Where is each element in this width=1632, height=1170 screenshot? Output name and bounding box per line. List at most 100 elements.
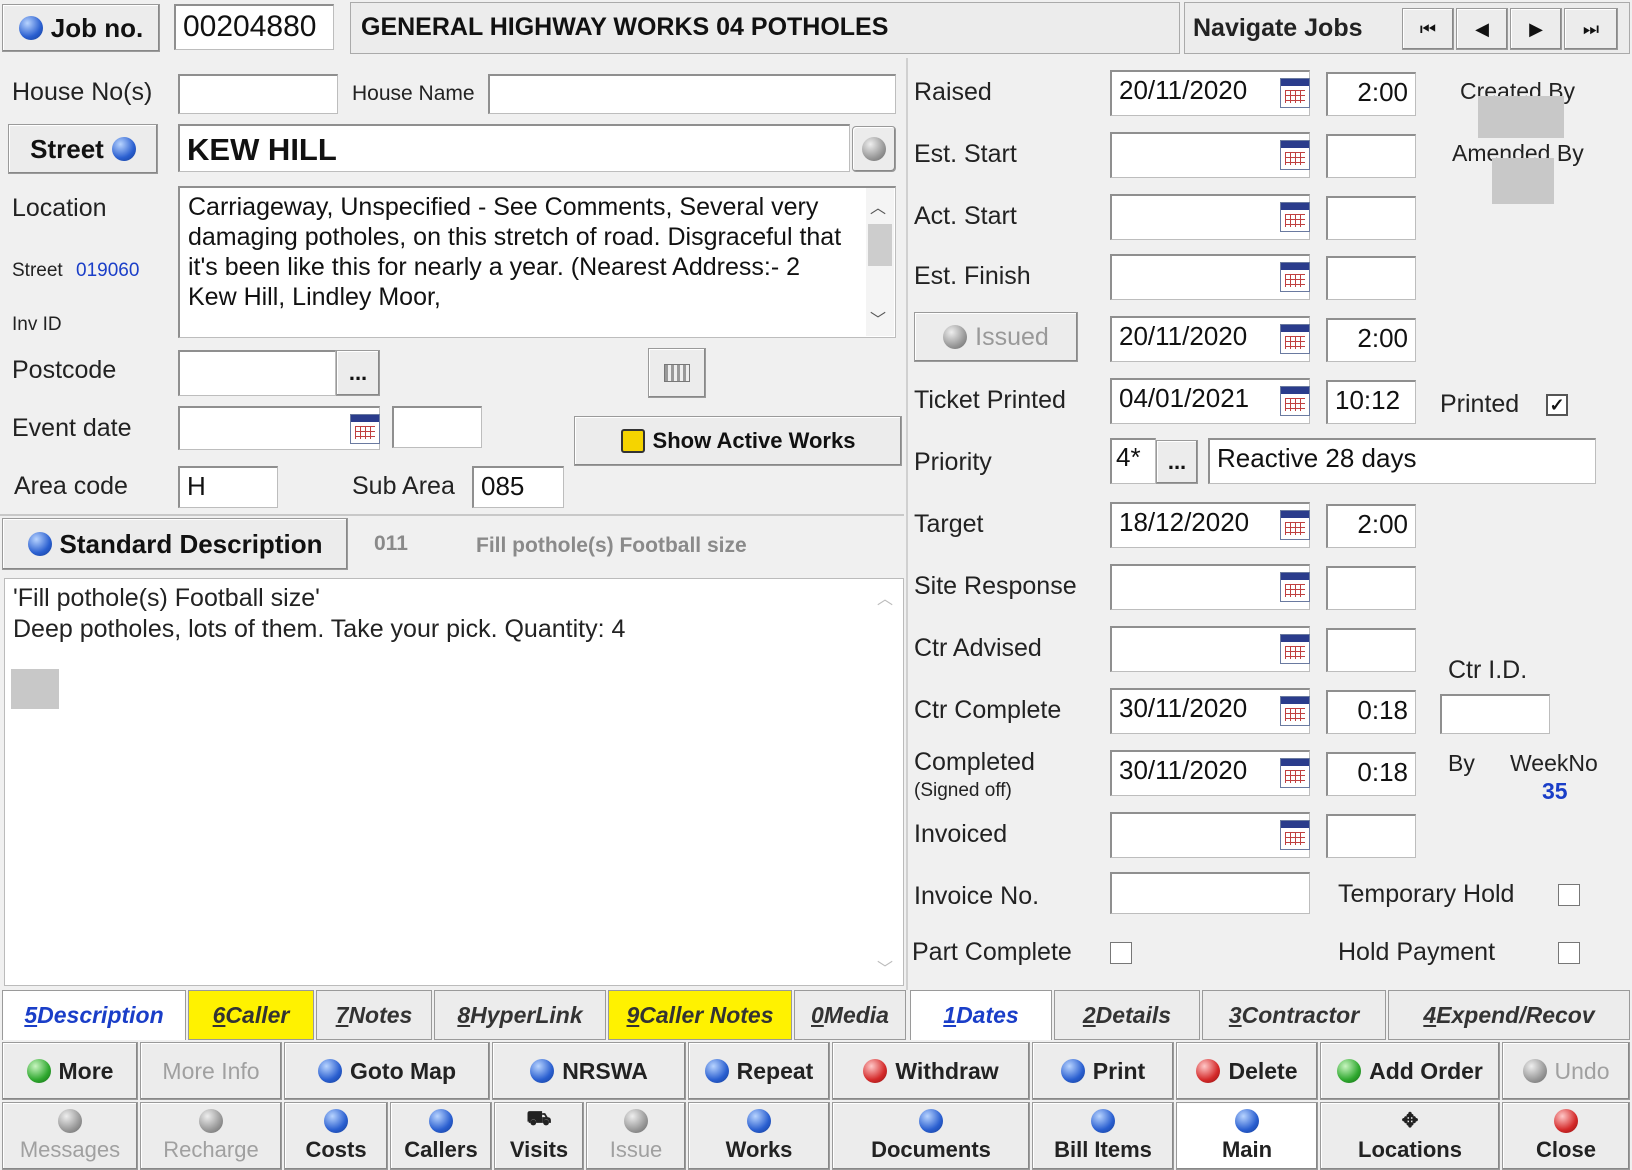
est-start-calendar-icon[interactable] xyxy=(1280,140,1310,170)
bill-items-button[interactable]: Bill Items xyxy=(1032,1102,1174,1170)
add-order-button[interactable]: Add Order xyxy=(1320,1042,1500,1100)
tab-dates[interactable]: 1 Dates xyxy=(910,990,1052,1040)
scroll-down-icon[interactable]: ﹀ xyxy=(877,955,893,979)
scroll-up-icon[interactable]: ︿ xyxy=(870,194,886,218)
tab-expend-recov[interactable]: 4 Expend/Recov xyxy=(1388,990,1630,1040)
issue-button[interactable]: Issue xyxy=(586,1102,686,1170)
panel-divider xyxy=(906,58,908,990)
sub-area-field[interactable]: 085 xyxy=(472,466,564,508)
event-time-field[interactable] xyxy=(392,406,482,448)
invoiced-calendar-icon[interactable] xyxy=(1280,820,1310,850)
locations-button[interactable]: ✥ Locations xyxy=(1320,1102,1500,1170)
ctr-advised-time-field[interactable] xyxy=(1326,628,1416,672)
ticket-printed-time-field[interactable]: 10:12 xyxy=(1326,380,1416,424)
target-time-field[interactable]: 2:00 xyxy=(1326,504,1416,548)
event-date-calendar-icon[interactable] xyxy=(350,414,380,444)
raised-time-field[interactable]: 2:00 xyxy=(1326,72,1416,116)
raised-calendar-icon[interactable] xyxy=(1280,78,1310,108)
postcode-field[interactable] xyxy=(178,350,336,396)
ctr-complete-calendar-icon[interactable] xyxy=(1280,696,1310,726)
recharge-button[interactable]: Recharge xyxy=(140,1102,282,1170)
tab-caller[interactable]: 6 Caller xyxy=(188,990,314,1040)
callers-button[interactable]: Callers xyxy=(390,1102,492,1170)
messages-button[interactable]: Messages xyxy=(2,1102,138,1170)
print-button[interactable]: Print xyxy=(1032,1042,1174,1100)
description-code-text: Fill pothole(s) Football size xyxy=(476,534,747,557)
ctr-complete-time-field[interactable]: 0:18 xyxy=(1326,690,1416,734)
ctr-id-field[interactable] xyxy=(1440,694,1550,734)
act-start-time-field[interactable] xyxy=(1326,196,1416,240)
ctr-advised-calendar-icon[interactable] xyxy=(1280,634,1310,664)
priority-code-field[interactable]: 4* xyxy=(1110,438,1156,484)
tab-caller-notes[interactable]: 9 Caller Notes xyxy=(608,990,792,1040)
job-no-button[interactable]: Job no. xyxy=(2,4,160,52)
delete-button[interactable]: Delete xyxy=(1176,1042,1318,1100)
site-response-calendar-icon[interactable] xyxy=(1280,572,1310,602)
temporary-hold-checkbox[interactable] xyxy=(1558,884,1580,906)
costs-button[interactable]: Costs xyxy=(284,1102,388,1170)
withdraw-button[interactable]: Withdraw xyxy=(832,1042,1030,1100)
completed-time-field[interactable]: 0:18 xyxy=(1326,752,1416,796)
nav-prev-button[interactable]: ◀ xyxy=(1456,8,1508,50)
close-button[interactable]: Close xyxy=(1502,1102,1630,1170)
nav-first-button[interactable]: ⏮ xyxy=(1402,8,1454,50)
priority-text-field[interactable]: Reactive 28 days xyxy=(1208,438,1596,484)
tab-contractor[interactable]: 3 Contractor xyxy=(1202,990,1386,1040)
issued-calendar-icon[interactable] xyxy=(1280,324,1310,354)
priority-lookup-button[interactable]: ... xyxy=(1156,440,1198,484)
printed-checkbox[interactable]: ✓ xyxy=(1546,394,1568,416)
sub-area-label: Sub Area xyxy=(352,472,455,500)
street-button[interactable]: Street xyxy=(8,124,158,174)
part-complete-checkbox[interactable] xyxy=(1110,942,1132,964)
scroll-up-icon[interactable]: ︿ xyxy=(877,585,893,609)
show-active-works-button[interactable]: Show Active Works xyxy=(574,416,902,466)
invoiced-time-field[interactable] xyxy=(1326,814,1416,858)
tab-notes[interactable]: 7 Notes xyxy=(316,990,432,1040)
description-textarea[interactable]: 'Fill pothole(s) Football size' Deep pot… xyxy=(4,578,904,986)
issued-time-field[interactable]: 2:00 xyxy=(1326,318,1416,362)
completed-calendar-icon[interactable] xyxy=(1280,758,1310,788)
main-button[interactable]: Main xyxy=(1176,1102,1318,1170)
ticket-printed-calendar-icon[interactable] xyxy=(1280,386,1310,416)
scroll-thumb[interactable] xyxy=(868,224,892,266)
more-button[interactable]: More xyxy=(2,1042,138,1100)
target-calendar-icon[interactable] xyxy=(1280,510,1310,540)
location-textarea[interactable]: Carriageway, Unspecified - See Comments,… xyxy=(178,186,896,338)
hold-payment-checkbox[interactable] xyxy=(1558,942,1580,964)
area-code-field[interactable]: H xyxy=(178,466,278,508)
house-name-field[interactable] xyxy=(488,74,896,114)
job-no-field[interactable]: 00204880 xyxy=(174,4,334,50)
works-icon xyxy=(747,1109,771,1133)
est-finish-time-field[interactable] xyxy=(1326,256,1416,300)
invoice-no-field[interactable] xyxy=(1110,872,1310,914)
act-start-calendar-icon[interactable] xyxy=(1280,202,1310,232)
calculator-button[interactable] xyxy=(648,348,706,398)
standard-description-button[interactable]: Standard Description xyxy=(2,518,348,570)
location-scrollbar[interactable]: ︿ ﹀ xyxy=(866,188,894,336)
tab-media[interactable]: 0 Media xyxy=(794,990,906,1040)
tab-description[interactable]: 5 Description xyxy=(2,990,186,1040)
tab-details[interactable]: 2 Details xyxy=(1054,990,1200,1040)
est-finish-calendar-icon[interactable] xyxy=(1280,262,1310,292)
scroll-down-icon[interactable]: ﹀ xyxy=(870,306,886,330)
works-button[interactable]: Works xyxy=(688,1102,830,1170)
house-no-field[interactable] xyxy=(178,74,338,114)
est-start-time-field[interactable] xyxy=(1326,134,1416,178)
postcode-lookup-button[interactable]: ... xyxy=(336,350,380,396)
visits-button[interactable]: ⛟ Visits xyxy=(494,1102,584,1170)
undo-button[interactable]: Undo xyxy=(1502,1042,1630,1100)
plus-icon xyxy=(1337,1059,1362,1083)
street-field[interactable]: KEW HILL xyxy=(178,124,850,172)
nav-last-button[interactable]: ⏭ xyxy=(1564,8,1618,50)
street-map-button[interactable] xyxy=(852,126,896,172)
repeat-button[interactable]: Repeat xyxy=(688,1042,830,1100)
goto-map-button[interactable]: Goto Map xyxy=(284,1042,490,1100)
documents-button[interactable]: Documents xyxy=(832,1102,1030,1170)
nav-next-button[interactable]: ▶ xyxy=(1510,8,1562,50)
standard-description-label: Standard Description xyxy=(59,528,323,559)
nrswa-button[interactable]: NRSWA xyxy=(492,1042,686,1100)
site-response-time-field[interactable] xyxy=(1326,566,1416,610)
issued-button[interactable]: Issued xyxy=(914,312,1078,362)
tab-hyperlink[interactable]: 8 HyperLink xyxy=(434,990,606,1040)
more-info-button[interactable]: More Info xyxy=(140,1042,282,1100)
